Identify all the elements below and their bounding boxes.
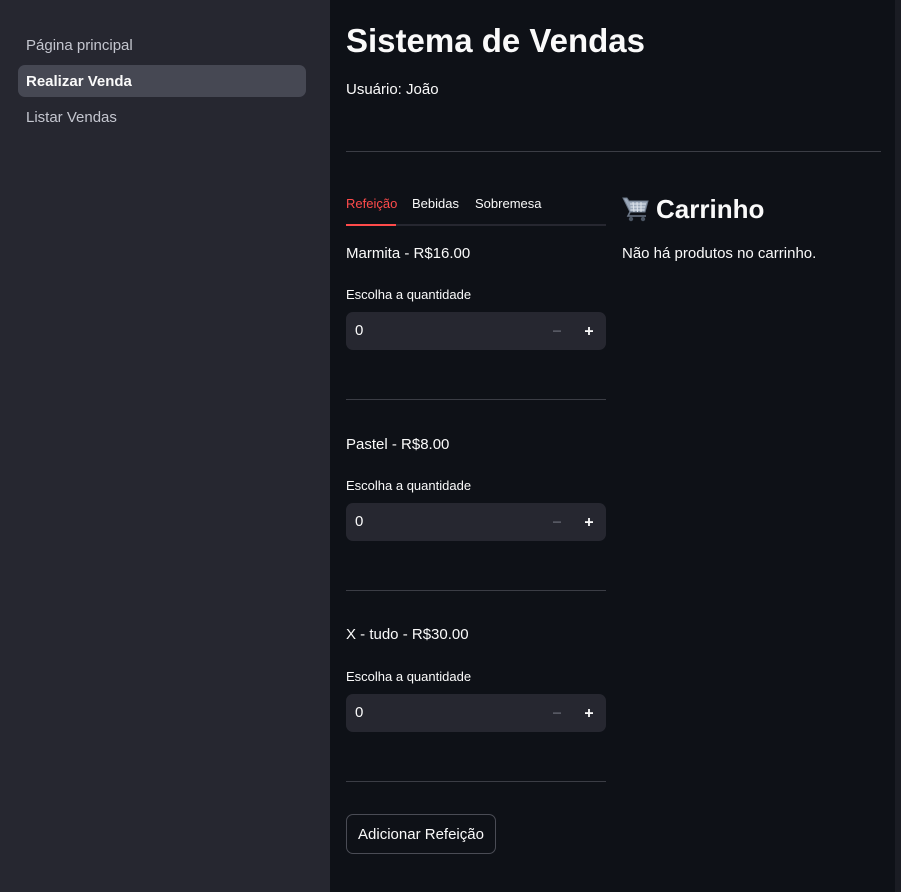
decrement-button[interactable] [542,506,572,538]
quantity-stepper [346,503,606,541]
main-content: Sistema de Vendas Usuário: João Refeição… [330,0,895,892]
increment-button[interactable] [574,506,604,538]
quantity-input[interactable] [355,503,535,541]
category-tabs: Refeição Bebidas Sobremesa [346,190,606,226]
divider [346,590,606,591]
plus-icon [585,709,593,717]
minus-icon [553,521,561,523]
product-name: X - tudo - R$30.00 [346,626,469,643]
quantity-stepper [346,694,606,732]
sidebar-item-sell[interactable]: Realizar Venda [18,65,306,97]
sidebar-item-label: Listar Vendas [26,108,117,126]
minus-icon [553,712,561,714]
page-title: Sistema de Vendas [346,22,645,59]
sidebar-item-label: Realizar Venda [26,72,132,90]
plus-icon [585,518,593,526]
user-label: Usuário: João [346,81,439,98]
sidebar-item-label: Página principal [26,36,133,54]
decrement-button[interactable] [542,697,572,729]
divider [346,151,881,152]
increment-button[interactable] [574,315,604,347]
decrement-button[interactable] [542,315,572,347]
cart-title: Carrinho [656,194,765,224]
add-meal-button[interactable]: Adicionar Refeição [346,814,496,854]
cart-empty-message: Não há produtos no carrinho. [622,245,817,262]
plus-icon [585,327,593,335]
tab-sobremesa[interactable]: Sobremesa [475,196,541,212]
sidebar: Página principal Realizar Venda Listar V… [0,0,330,892]
sidebar-item-home[interactable]: Página principal [18,29,306,61]
product-name: Marmita - R$16.00 [346,245,471,262]
quantity-input[interactable] [355,312,535,350]
app: Página principal Realizar Venda Listar V… [0,0,901,892]
tab-active-indicator [346,224,396,226]
quantity-input[interactable] [355,694,535,732]
minus-icon [553,330,561,332]
sidebar-item-list-sales[interactable]: Listar Vendas [18,101,306,133]
divider [346,399,606,400]
tab-bebidas[interactable]: Bebidas [412,196,459,212]
scrollbar[interactable] [895,0,901,892]
divider [346,781,606,782]
quantity-label: Escolha a quantidade [346,478,472,493]
cart-heading: Carrinho [622,190,764,228]
quantity-label: Escolha a quantidade [346,669,472,684]
shopping-cart-icon [622,197,649,222]
quantity-label: Escolha a quantidade [346,287,472,302]
product-name: Pastel - R$8.00 [346,436,450,453]
increment-button[interactable] [574,697,604,729]
tab-refeicao[interactable]: Refeição [346,196,397,212]
quantity-stepper [346,312,606,350]
